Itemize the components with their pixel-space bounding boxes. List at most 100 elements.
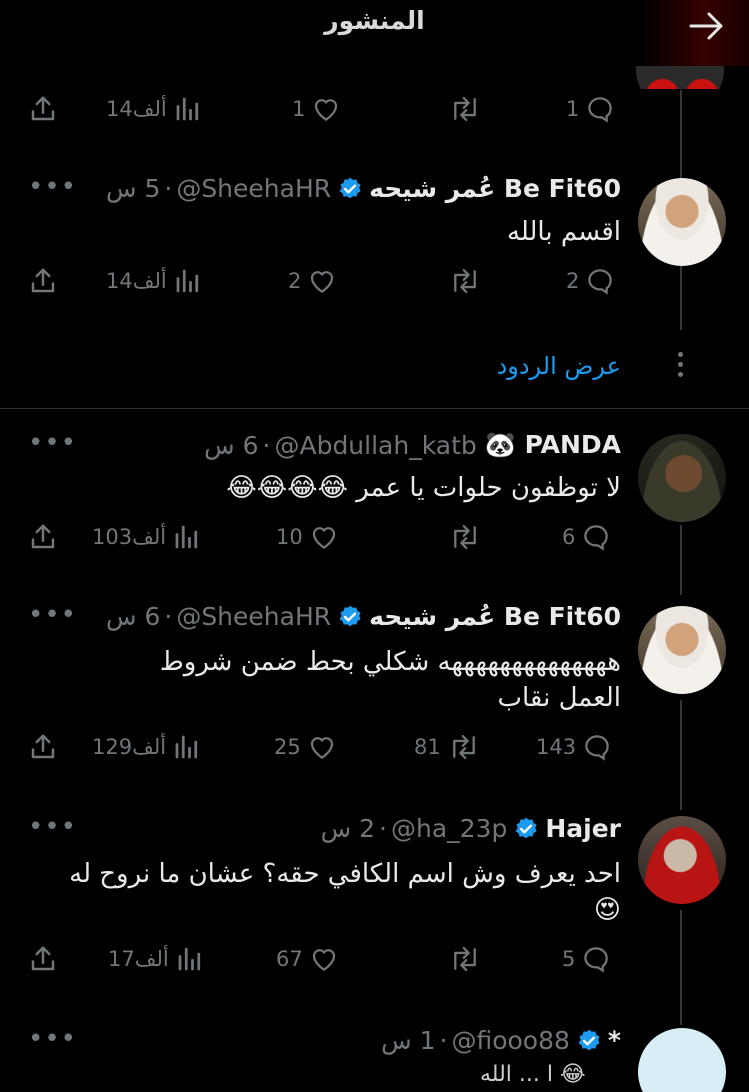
verified-badge-icon bbox=[337, 176, 363, 202]
reply-button[interactable]: 2 bbox=[566, 266, 615, 296]
timestamp[interactable]: 1 س bbox=[381, 1026, 435, 1055]
tweet-text: احد يعرف وش اسم الكافي حقه؟ عشان ما نروح… bbox=[69, 859, 621, 925]
share-icon bbox=[31, 734, 55, 759]
reply-button[interactable]: 5 bbox=[562, 944, 611, 974]
views-count: 129ألف bbox=[92, 735, 167, 759]
reply-count: 2 bbox=[566, 269, 580, 293]
share-icon bbox=[31, 268, 55, 293]
heart-icon bbox=[311, 271, 334, 293]
handle[interactable]: @SheehaHR bbox=[176, 602, 331, 631]
share-button[interactable] bbox=[28, 522, 58, 552]
reply-icon bbox=[584, 947, 609, 973]
reply-icon bbox=[585, 735, 609, 761]
like-button[interactable]: 25 bbox=[274, 732, 337, 762]
display-name[interactable]: Be Fit60 عُمر شيحه bbox=[369, 602, 621, 631]
share-icon bbox=[31, 524, 55, 549]
views-button[interactable]: 14ألف bbox=[106, 266, 203, 296]
handle[interactable]: @Abdullah_katb bbox=[274, 431, 476, 460]
tweet-text: ههههههههههههههه شكلي بحط ضمن شروط العمل … bbox=[159, 647, 621, 713]
handle[interactable]: @ha_23p bbox=[391, 814, 507, 843]
reply-button[interactable]: 1 bbox=[566, 94, 615, 124]
views-count: 103ألف bbox=[92, 525, 167, 549]
tweet-actions: 5 67 17ألف bbox=[0, 940, 749, 980]
views-button[interactable]: 103ألف bbox=[92, 522, 202, 552]
retweet-button[interactable] bbox=[448, 94, 482, 124]
separator: · bbox=[164, 174, 173, 203]
reply-button[interactable]: 6 bbox=[562, 522, 611, 552]
more-options-icon[interactable]: ••• bbox=[28, 600, 77, 630]
show-replies-link[interactable]: عرض الردود bbox=[497, 352, 621, 380]
like-count: 1 bbox=[292, 97, 306, 121]
like-count: 67 bbox=[276, 947, 303, 971]
timestamp[interactable]: 2 س bbox=[321, 814, 375, 843]
retweet-button[interactable]: 81 bbox=[414, 732, 481, 762]
retweet-button[interactable] bbox=[448, 944, 482, 974]
separator: · bbox=[164, 602, 173, 631]
top-bar: المنشور bbox=[0, 0, 749, 66]
like-button[interactable]: 1 bbox=[292, 94, 341, 124]
page-title: المنشور bbox=[324, 6, 425, 35]
views-button[interactable]: 129ألف bbox=[92, 732, 202, 762]
more-options-icon[interactable]: ••• bbox=[28, 1024, 77, 1054]
more-options-icon[interactable]: ••• bbox=[28, 172, 77, 202]
share-button[interactable] bbox=[28, 732, 58, 762]
views-icon bbox=[176, 269, 198, 293]
display-name[interactable]: PANDA 🐼 bbox=[485, 430, 621, 460]
tweet-text-peek: ا ... الله 😂 bbox=[480, 1062, 586, 1087]
share-button[interactable] bbox=[28, 266, 58, 296]
share-button[interactable] bbox=[28, 944, 58, 974]
display-name[interactable]: Be Fit60 عُمر شيحه bbox=[369, 174, 621, 203]
thread-dots-icon bbox=[678, 352, 684, 382]
views-count: 17ألف bbox=[108, 947, 169, 971]
tweet-actions: 1 1 14ألف bbox=[0, 90, 749, 130]
heart-icon bbox=[310, 737, 333, 759]
retweet-button[interactable] bbox=[448, 522, 482, 552]
verified-badge-icon bbox=[513, 816, 539, 842]
like-button[interactable]: 10 bbox=[276, 522, 339, 552]
separator: · bbox=[262, 430, 271, 460]
more-options-icon[interactable]: ••• bbox=[28, 428, 77, 458]
views-count: 14ألف bbox=[106, 97, 167, 121]
share-icon bbox=[31, 96, 55, 121]
avatar[interactable] bbox=[638, 816, 726, 904]
more-options-icon[interactable]: ••• bbox=[28, 812, 77, 842]
tweet-header: Be Fit60 عُمر شيحه @SheehaHR · 5 س bbox=[106, 174, 621, 203]
heart-icon bbox=[315, 99, 338, 121]
display-name[interactable]: * bbox=[608, 1026, 621, 1055]
handle[interactable]: @fiooo88 bbox=[451, 1026, 569, 1055]
reply-icon bbox=[584, 525, 609, 551]
back-arrow-icon[interactable] bbox=[687, 8, 727, 44]
views-button[interactable]: 17ألف bbox=[108, 944, 205, 974]
views-icon bbox=[178, 947, 200, 971]
display-name[interactable]: Hajer bbox=[545, 814, 621, 843]
like-button[interactable]: 2 bbox=[288, 266, 337, 296]
retweet-icon bbox=[454, 268, 476, 294]
like-count: 10 bbox=[276, 525, 303, 549]
avatar[interactable] bbox=[638, 434, 726, 522]
share-button[interactable] bbox=[28, 94, 58, 124]
tweet-header: Be Fit60 عُمر شيحه @SheehaHR · 6 س bbox=[106, 602, 621, 631]
like-count: 2 bbox=[288, 269, 302, 293]
divider bbox=[0, 408, 749, 409]
timestamp[interactable]: 6 س bbox=[204, 431, 258, 460]
avatar[interactable] bbox=[638, 606, 726, 694]
tweet-text: لا توظفون حلوات يا عمر 😂😂😂😂 bbox=[226, 473, 621, 503]
reply-button[interactable]: 143 bbox=[536, 732, 612, 762]
timestamp[interactable]: 6 س bbox=[106, 602, 160, 631]
separator: · bbox=[379, 814, 387, 843]
handle[interactable]: @SheehaHR bbox=[176, 174, 331, 203]
avatar[interactable] bbox=[638, 178, 726, 266]
retweet-icon bbox=[454, 524, 476, 550]
reply-count: 143 bbox=[536, 735, 577, 759]
timestamp[interactable]: 5 س bbox=[106, 174, 160, 203]
views-icon bbox=[175, 525, 198, 549]
verified-badge-icon bbox=[576, 1028, 602, 1054]
views-button[interactable]: 14ألف bbox=[106, 94, 203, 124]
verified-badge-icon bbox=[337, 604, 363, 630]
tweet-actions: 143 81 25 129ألف bbox=[0, 728, 749, 768]
like-button[interactable]: 67 bbox=[276, 944, 339, 974]
reply-icon bbox=[588, 269, 613, 295]
retweet-button[interactable] bbox=[448, 266, 482, 296]
views-count: 14ألف bbox=[106, 269, 167, 293]
avatar[interactable] bbox=[638, 1028, 726, 1092]
